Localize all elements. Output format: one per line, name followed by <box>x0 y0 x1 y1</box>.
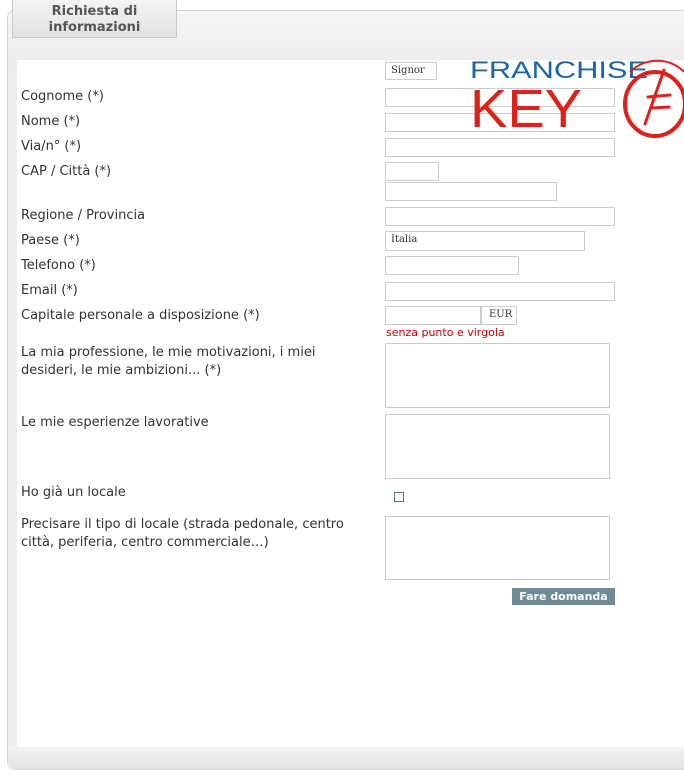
professione-textarea[interactable] <box>385 343 610 408</box>
label-capitale: Capitale personale a disposizione (*) <box>21 308 260 323</box>
telefono-input[interactable] <box>385 256 519 275</box>
tab-richiesta-informazioni[interactable]: Richiesta di informazioni <box>12 0 177 38</box>
label-via: Via/n° (*) <box>21 139 82 154</box>
tab-label-line1: Richiesta di <box>51 4 138 19</box>
citta-input[interactable] <box>385 182 557 201</box>
capitale-input[interactable] <box>385 306 481 325</box>
label-cognome: Cognome (*) <box>21 89 104 104</box>
esperienze-textarea[interactable] <box>385 414 610 479</box>
franchise-key-logo: FRANCHISE KEY <box>470 57 684 139</box>
email-input[interactable] <box>385 282 615 301</box>
label-tipo-locale: Precisare il tipo di locale (strada pedo… <box>21 517 344 550</box>
label-paese: Paese (*) <box>21 233 80 248</box>
label-esperienze: Le mie esperienze lavorative <box>21 415 209 430</box>
submit-button[interactable]: Fare domanda <box>512 588 615 605</box>
logo-f-icon <box>643 68 672 126</box>
label-nome: Nome (*) <box>21 114 81 129</box>
paese-select[interactable]: Italia <box>385 231 585 251</box>
tab-label-line2: informazioni <box>48 20 141 35</box>
capitale-hint: senza punto e virgola <box>386 326 505 339</box>
label-telefono: Telefono (*) <box>21 258 96 273</box>
logo-ring-icon <box>623 70 684 138</box>
label-regione: Regione / Provincia <box>21 208 146 223</box>
label-locale: Ho già un locale <box>21 485 126 500</box>
logo-key-text: KEY <box>470 79 582 139</box>
cap-input[interactable] <box>385 162 439 181</box>
currency-label: EUR <box>481 306 517 325</box>
label-professione: La mia professione, le mie motivazioni, … <box>21 345 316 378</box>
label-cap-citta: CAP / Città (*) <box>21 164 112 179</box>
salutation-select[interactable]: Signor <box>385 62 437 80</box>
tipo-locale-textarea[interactable] <box>385 516 610 580</box>
label-email: Email (*) <box>21 283 78 298</box>
locale-checkbox[interactable] <box>394 492 404 502</box>
regione-input[interactable] <box>385 207 615 226</box>
